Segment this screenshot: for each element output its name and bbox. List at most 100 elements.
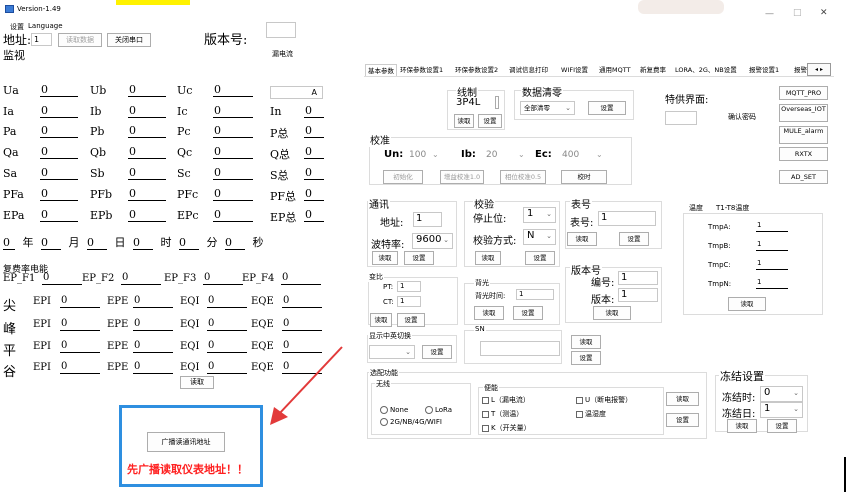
sn-set-button[interactable]: 设置: [571, 351, 601, 365]
broadcast-read-address-button[interactable]: 广播读通讯地址: [147, 432, 225, 452]
side-button-2[interactable]: MULE_alarm: [779, 126, 828, 144]
temp-value[interactable]: 1: [756, 276, 788, 289]
side-button-0[interactable]: MQTT_PRO: [779, 86, 828, 100]
temp-tab[interactable]: 温度: [689, 203, 703, 213]
check-l[interactable]: L（漏电流）: [482, 395, 530, 405]
check-read-button[interactable]: 读取: [475, 251, 501, 265]
ratio-set-button[interactable]: 设置: [397, 313, 425, 327]
address-input[interactable]: 1: [31, 33, 52, 46]
ua-value-field[interactable]: 0: [40, 84, 78, 97]
version-label: 版本号:: [204, 33, 248, 48]
tab-6[interactable]: 新复费率: [640, 64, 666, 76]
special-input[interactable]: [665, 111, 697, 125]
radio-none[interactable]: None: [380, 406, 408, 414]
meter-no-input[interactable]: 1: [598, 211, 656, 226]
lang-select[interactable]: ⌄: [369, 345, 415, 359]
temp-read-button[interactable]: 读取: [728, 297, 766, 311]
check-mode-select[interactable]: N ⌄: [523, 229, 556, 245]
rate-cell-value: 0: [282, 318, 322, 331]
version-no-input[interactable]: 1: [618, 271, 658, 285]
backlight-time-input[interactable]: 1: [516, 289, 554, 300]
minimize-button[interactable]: —: [765, 9, 774, 19]
wiring-set-button[interactable]: 设置: [478, 114, 502, 128]
ec-value[interactable]: 400: [562, 150, 579, 160]
meter-title: 表号: [570, 196, 592, 211]
init-button[interactable]: 初始化: [383, 170, 423, 184]
tab-8[interactable]: 报警设置1: [749, 64, 779, 76]
backlight-set-button[interactable]: 设置: [513, 306, 543, 320]
lang-set-button[interactable]: 设置: [422, 345, 452, 359]
sn-read-button[interactable]: 读取: [571, 335, 601, 349]
baud-select[interactable]: 9600 ⌄: [412, 233, 453, 249]
ib-value[interactable]: 20: [486, 150, 497, 160]
freeze-read-button[interactable]: 读取: [727, 419, 757, 433]
tab-2[interactable]: 环保参数设置2: [455, 64, 498, 76]
monitor-title: 监视: [3, 49, 25, 62]
sn-input[interactable]: [480, 341, 560, 356]
pt-input[interactable]: 1: [397, 281, 421, 292]
monitor-value: 0: [128, 125, 166, 138]
wiring-scroll[interactable]: [495, 96, 499, 109]
radio-lora[interactable]: LoRa: [425, 406, 452, 414]
clear-set-button[interactable]: 设置: [588, 101, 626, 115]
version-read-button[interactable]: 读取: [593, 306, 631, 320]
tab-9[interactable]: 报警: [794, 64, 807, 76]
tab-0[interactable]: 基本参数: [365, 64, 397, 76]
check-set-button[interactable]: 设置: [525, 251, 555, 265]
comm-set-button[interactable]: 设置: [404, 251, 434, 265]
confirm-password-button[interactable]: 确认密码: [728, 112, 756, 122]
t1-t8-temp-tab[interactable]: T1-T8温度: [716, 203, 749, 213]
rate-read-button[interactable]: 读取: [180, 376, 214, 389]
side-button-3[interactable]: RXTX: [779, 147, 828, 161]
tab-5[interactable]: 通用MQTT: [599, 64, 631, 76]
tab-3[interactable]: 调试信息打印: [509, 64, 548, 76]
freeze-time-select[interactable]: 0 ⌄: [760, 386, 803, 402]
temp-value[interactable]: 1: [756, 238, 788, 251]
tab-4[interactable]: WIFI设置: [561, 64, 588, 76]
check-u[interactable]: U（断电报警）: [576, 395, 632, 405]
phase-calib-button[interactable]: 相位校准0.5: [500, 170, 546, 184]
clear-select[interactable]: 全部清零 ⌄: [520, 101, 575, 115]
close-button[interactable]: ✕: [820, 8, 828, 18]
side-button-4[interactable]: AD_SET: [779, 170, 828, 184]
ct-input[interactable]: 1: [397, 296, 421, 307]
meter-read-button[interactable]: 读取: [567, 232, 597, 246]
version-ver-input[interactable]: 1: [618, 288, 658, 302]
comm-read-button[interactable]: 读取: [372, 251, 398, 265]
hour-value: 0: [133, 236, 153, 250]
stop-bit-select[interactable]: 1 ⌄: [523, 207, 556, 223]
wiring-read-button[interactable]: 读取: [454, 114, 474, 128]
side-button-1[interactable]: Overseas_IOT: [779, 104, 828, 122]
un-value[interactable]: 100: [409, 150, 426, 160]
comm-addr-input[interactable]: 1: [413, 212, 442, 227]
time-calib-button[interactable]: 校时: [561, 170, 607, 184]
rate-f-label: EP_F1: [3, 273, 36, 284]
radio-2g-nb-4g-wifi[interactable]: 2G/NB/4G/WIFI: [380, 418, 442, 426]
tab-scroll-buttons[interactable]: ◂ ▸: [807, 63, 831, 76]
monitor-value: 0: [304, 167, 324, 180]
backlight-read-button[interactable]: 读取: [474, 306, 504, 320]
temp-value[interactable]: 1: [756, 219, 788, 232]
freeze-day-select[interactable]: 1 ⌄: [760, 402, 803, 418]
monitor-value: 0: [40, 188, 78, 201]
monitor-value: 0: [40, 125, 78, 138]
check-th[interactable]: 温湿度: [576, 409, 606, 419]
temp-value[interactable]: 1: [756, 257, 788, 270]
func-set-button[interactable]: 设置: [666, 413, 699, 427]
ratio-read-button[interactable]: 读取: [370, 313, 392, 327]
tab-1[interactable]: 环保参数设置1: [400, 64, 443, 76]
version-input[interactable]: [266, 22, 296, 38]
close-port-button[interactable]: 关闭串口: [107, 33, 151, 47]
wiring-value[interactable]: 3P4L: [456, 97, 480, 108]
maximize-button[interactable]: □: [793, 8, 802, 18]
freeze-set-button[interactable]: 设置: [767, 419, 797, 433]
rate-f-value: 0: [42, 272, 82, 285]
tab-7[interactable]: LORA、2G、NB设置: [675, 64, 737, 76]
func-read-button[interactable]: 读取: [666, 392, 699, 406]
menu-language[interactable]: Language: [28, 22, 63, 30]
check-t[interactable]: T（测温）: [482, 409, 523, 419]
meter-set-button[interactable]: 设置: [619, 232, 649, 246]
read-data-button[interactable]: 读取数据: [58, 33, 102, 47]
check-k[interactable]: K（开关量）: [482, 423, 531, 433]
gain-calib-button[interactable]: 增益校准1.0: [440, 170, 484, 184]
